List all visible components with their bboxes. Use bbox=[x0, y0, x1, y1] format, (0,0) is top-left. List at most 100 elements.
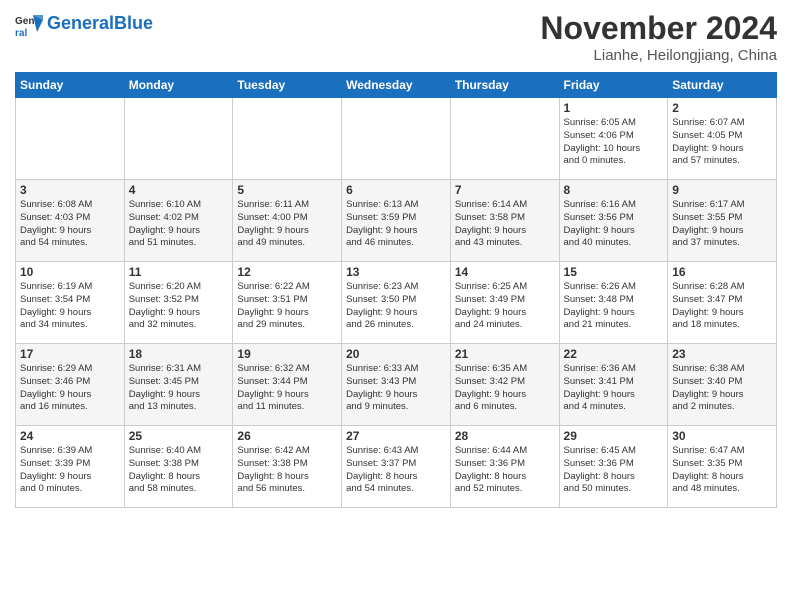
col-friday: Friday bbox=[559, 73, 668, 98]
day-number: 15 bbox=[564, 265, 664, 279]
table-row: 10 Sunrise: 6:19 AM Sunset: 3:54 PM Dayli… bbox=[16, 262, 125, 344]
day-number: 28 bbox=[455, 429, 555, 443]
calendar-week-row: 17 Sunrise: 6:29 AM Sunset: 3:46 PM Dayli… bbox=[16, 344, 777, 426]
day-number: 11 bbox=[129, 265, 229, 279]
day-info: Sunrise: 6:13 AM Sunset: 3:59 PM Dayligh… bbox=[346, 199, 446, 250]
day-number: 7 bbox=[455, 183, 555, 197]
day-number: 5 bbox=[237, 183, 337, 197]
day-info: Sunrise: 6:36 AM Sunset: 3:41 PM Dayligh… bbox=[564, 363, 664, 414]
day-number: 8 bbox=[564, 183, 664, 197]
day-number: 2 bbox=[672, 101, 772, 115]
calendar-week-row: 10 Sunrise: 6:19 AM Sunset: 3:54 PM Dayli… bbox=[16, 262, 777, 344]
day-number: 25 bbox=[129, 429, 229, 443]
day-info: Sunrise: 6:42 AM Sunset: 3:38 PM Dayligh… bbox=[237, 445, 337, 496]
title-block: November 2024 Lianhe, Heilongjiang, Chin… bbox=[540, 10, 777, 64]
logo: Gene ral GeneralBlue bbox=[15, 10, 153, 38]
day-number: 9 bbox=[672, 183, 772, 197]
day-info: Sunrise: 6:08 AM Sunset: 4:03 PM Dayligh… bbox=[20, 199, 120, 250]
day-info: Sunrise: 6:23 AM Sunset: 3:50 PM Dayligh… bbox=[346, 281, 446, 332]
day-number: 4 bbox=[129, 183, 229, 197]
table-row: 3 Sunrise: 6:08 AM Sunset: 4:03 PM Daylig… bbox=[16, 180, 125, 262]
day-number: 23 bbox=[672, 347, 772, 361]
logo-blue: Blue bbox=[114, 13, 153, 33]
day-info: Sunrise: 6:20 AM Sunset: 3:52 PM Dayligh… bbox=[129, 281, 229, 332]
day-info: Sunrise: 6:33 AM Sunset: 3:43 PM Dayligh… bbox=[346, 363, 446, 414]
day-info: Sunrise: 6:05 AM Sunset: 4:06 PM Dayligh… bbox=[564, 117, 664, 168]
calendar-table: Sunday Monday Tuesday Wednesday Thursday… bbox=[15, 72, 777, 508]
day-number: 3 bbox=[20, 183, 120, 197]
table-row: 8 Sunrise: 6:16 AM Sunset: 3:56 PM Daylig… bbox=[559, 180, 668, 262]
day-number: 12 bbox=[237, 265, 337, 279]
day-info: Sunrise: 6:14 AM Sunset: 3:58 PM Dayligh… bbox=[455, 199, 555, 250]
day-info: Sunrise: 6:43 AM Sunset: 3:37 PM Dayligh… bbox=[346, 445, 446, 496]
col-thursday: Thursday bbox=[450, 73, 559, 98]
table-row: 20 Sunrise: 6:33 AM Sunset: 3:43 PM Dayli… bbox=[342, 344, 451, 426]
day-info: Sunrise: 6:16 AM Sunset: 3:56 PM Dayligh… bbox=[564, 199, 664, 250]
table-row: 25Sunrise: 6:40 AM Sunset: 3:38 PM Dayli… bbox=[124, 426, 233, 508]
day-info: Sunrise: 6:35 AM Sunset: 3:42 PM Dayligh… bbox=[455, 363, 555, 414]
table-row: 15 Sunrise: 6:26 AM Sunset: 3:48 PM Dayli… bbox=[559, 262, 668, 344]
day-number: 18 bbox=[129, 347, 229, 361]
day-number: 16 bbox=[672, 265, 772, 279]
table-row: 13 Sunrise: 6:23 AM Sunset: 3:50 PM Dayli… bbox=[342, 262, 451, 344]
day-number: 10 bbox=[20, 265, 120, 279]
table-row bbox=[342, 98, 451, 180]
table-row: 29Sunrise: 6:45 AM Sunset: 3:36 PM Dayli… bbox=[559, 426, 668, 508]
day-number: 17 bbox=[20, 347, 120, 361]
table-row: 6 Sunrise: 6:13 AM Sunset: 3:59 PM Daylig… bbox=[342, 180, 451, 262]
table-row: 26 Sunrise: 6:42 AM Sunset: 3:38 PM Dayli… bbox=[233, 426, 342, 508]
day-info: Sunrise: 6:19 AM Sunset: 3:54 PM Dayligh… bbox=[20, 281, 120, 332]
calendar-header-row: Sunday Monday Tuesday Wednesday Thursday… bbox=[16, 73, 777, 98]
day-info: Sunrise: 6:47 AM Sunset: 3:35 PM Dayligh… bbox=[672, 445, 772, 496]
table-row: 23Sunrise: 6:38 AM Sunset: 3:40 PM Dayli… bbox=[668, 344, 777, 426]
table-row: 16 Sunrise: 6:28 AM Sunset: 3:47 PM Dayli… bbox=[668, 262, 777, 344]
table-row: 24Sunrise: 6:39 AM Sunset: 3:39 PM Dayli… bbox=[16, 426, 125, 508]
day-info: Sunrise: 6:28 AM Sunset: 3:47 PM Dayligh… bbox=[672, 281, 772, 332]
day-number: 22 bbox=[564, 347, 664, 361]
header: Gene ral GeneralBlue November 2024 Lianh… bbox=[15, 10, 777, 64]
day-number: 6 bbox=[346, 183, 446, 197]
col-sunday: Sunday bbox=[16, 73, 125, 98]
table-row: 22 Sunrise: 6:36 AM Sunset: 3:41 PM Dayli… bbox=[559, 344, 668, 426]
day-info: Sunrise: 6:26 AM Sunset: 3:48 PM Dayligh… bbox=[564, 281, 664, 332]
calendar-week-row: 3 Sunrise: 6:08 AM Sunset: 4:03 PM Daylig… bbox=[16, 180, 777, 262]
logo-icon: Gene ral bbox=[15, 10, 43, 38]
logo-general: General bbox=[47, 13, 114, 33]
day-number: 1 bbox=[564, 101, 664, 115]
table-row: 19Sunrise: 6:32 AM Sunset: 3:44 PM Dayli… bbox=[233, 344, 342, 426]
day-info: Sunrise: 6:07 AM Sunset: 4:05 PM Dayligh… bbox=[672, 117, 772, 168]
table-row: 1 Sunrise: 6:05 AM Sunset: 4:06 PM Daylig… bbox=[559, 98, 668, 180]
location-label: Lianhe, Heilongjiang, China bbox=[540, 47, 777, 64]
col-wednesday: Wednesday bbox=[342, 73, 451, 98]
day-number: 26 bbox=[237, 429, 337, 443]
table-row: 9 Sunrise: 6:17 AM Sunset: 3:55 PM Daylig… bbox=[668, 180, 777, 262]
col-saturday: Saturday bbox=[668, 73, 777, 98]
day-info: Sunrise: 6:45 AM Sunset: 3:36 PM Dayligh… bbox=[564, 445, 664, 496]
table-row: 30Sunrise: 6:47 AM Sunset: 3:35 PM Dayli… bbox=[668, 426, 777, 508]
day-number: 20 bbox=[346, 347, 446, 361]
day-info: Sunrise: 6:17 AM Sunset: 3:55 PM Dayligh… bbox=[672, 199, 772, 250]
table-row: 21 Sunrise: 6:35 AM Sunset: 3:42 PM Dayli… bbox=[450, 344, 559, 426]
day-info: Sunrise: 6:44 AM Sunset: 3:36 PM Dayligh… bbox=[455, 445, 555, 496]
table-row: 18 Sunrise: 6:31 AM Sunset: 3:45 PM Dayli… bbox=[124, 344, 233, 426]
svg-text:ral: ral bbox=[15, 28, 27, 38]
day-info: Sunrise: 6:25 AM Sunset: 3:49 PM Dayligh… bbox=[455, 281, 555, 332]
month-year-title: November 2024 bbox=[540, 10, 777, 47]
day-info: Sunrise: 6:31 AM Sunset: 3:45 PM Dayligh… bbox=[129, 363, 229, 414]
day-info: Sunrise: 6:11 AM Sunset: 4:00 PM Dayligh… bbox=[237, 199, 337, 250]
table-row: 28 Sunrise: 6:44 AM Sunset: 3:36 PM Dayli… bbox=[450, 426, 559, 508]
day-number: 19 bbox=[237, 347, 337, 361]
day-info: Sunrise: 6:22 AM Sunset: 3:51 PM Dayligh… bbox=[237, 281, 337, 332]
page-container: Gene ral GeneralBlue November 2024 Lianh… bbox=[0, 0, 792, 513]
logo-text-line1: GeneralBlue bbox=[47, 14, 153, 34]
day-number: 21 bbox=[455, 347, 555, 361]
day-number: 13 bbox=[346, 265, 446, 279]
day-number: 27 bbox=[346, 429, 446, 443]
table-row: 5 Sunrise: 6:11 AM Sunset: 4:00 PM Daylig… bbox=[233, 180, 342, 262]
table-row bbox=[124, 98, 233, 180]
table-row: 7 Sunrise: 6:14 AM Sunset: 3:58 PM Daylig… bbox=[450, 180, 559, 262]
table-row: 4Sunrise: 6:10 AM Sunset: 4:02 PM Daylig… bbox=[124, 180, 233, 262]
calendar-week-row: 24Sunrise: 6:39 AM Sunset: 3:39 PM Dayli… bbox=[16, 426, 777, 508]
day-number: 14 bbox=[455, 265, 555, 279]
day-info: Sunrise: 6:29 AM Sunset: 3:46 PM Dayligh… bbox=[20, 363, 120, 414]
